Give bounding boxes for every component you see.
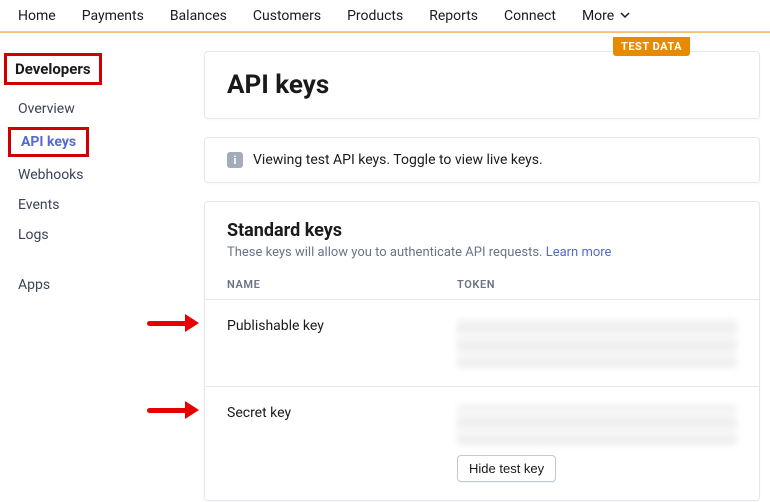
key-name-publishable: Publishable key bbox=[227, 318, 457, 334]
learn-more-link[interactable]: Learn more bbox=[546, 245, 612, 260]
hide-test-key-button[interactable]: Hide test key bbox=[457, 455, 556, 482]
keys-table-header: NAME TOKEN bbox=[205, 264, 759, 299]
nav-more[interactable]: More bbox=[582, 8, 630, 24]
standard-keys-card: Standard keys These keys will allow you … bbox=[204, 201, 760, 501]
test-data-badge: TEST DATA bbox=[613, 37, 690, 56]
standard-keys-desc: These keys will allow you to authenticat… bbox=[227, 245, 737, 260]
sidebar-item-webhooks[interactable]: Webhooks bbox=[4, 161, 174, 189]
sidebar-item-overview[interactable]: Overview bbox=[4, 95, 174, 123]
nav-reports[interactable]: Reports bbox=[429, 8, 478, 24]
nav-more-label: More bbox=[582, 8, 614, 24]
main-area: TEST DATA Developers Overview API keys W… bbox=[0, 33, 770, 501]
key-token-publishable[interactable] bbox=[457, 318, 737, 368]
nav-customers[interactable]: Customers bbox=[253, 8, 321, 24]
sidebar-heading-developers[interactable]: Developers bbox=[4, 53, 102, 85]
standard-keys-desc-text: These keys will allow you to authenticat… bbox=[227, 245, 546, 260]
notice-text: Viewing test API keys. Toggle to view li… bbox=[253, 152, 543, 168]
top-nav: Home Payments Balances Customers Product… bbox=[0, 0, 770, 33]
title-card: API keys bbox=[204, 51, 760, 119]
sidebar: Developers Overview API keys Webhooks Ev… bbox=[0, 33, 174, 501]
sidebar-item-apps[interactable]: Apps bbox=[4, 271, 174, 299]
sidebar-item-logs[interactable]: Logs bbox=[4, 221, 174, 249]
sidebar-item-events[interactable]: Events bbox=[4, 191, 174, 219]
nav-home[interactable]: Home bbox=[18, 8, 56, 24]
notice-card: i Viewing test API keys. Toggle to view … bbox=[204, 137, 760, 183]
nav-connect[interactable]: Connect bbox=[504, 8, 556, 24]
table-row: Secret key Hide test key bbox=[205, 386, 759, 500]
page-title: API keys bbox=[205, 52, 759, 118]
key-token-secret: Hide test key bbox=[457, 405, 737, 482]
nav-payments[interactable]: Payments bbox=[82, 8, 144, 24]
nav-products[interactable]: Products bbox=[347, 8, 403, 24]
content: API keys i Viewing test API keys. Toggle… bbox=[174, 33, 770, 501]
key-name-secret: Secret key bbox=[227, 405, 457, 421]
standard-keys-title: Standard keys bbox=[227, 220, 737, 241]
blurred-token bbox=[457, 318, 737, 368]
sidebar-item-api-keys[interactable]: API keys bbox=[8, 127, 89, 157]
table-row: Publishable key bbox=[205, 299, 759, 386]
info-icon: i bbox=[227, 152, 243, 168]
arrow-icon bbox=[147, 314, 199, 332]
nav-balances[interactable]: Balances bbox=[170, 8, 227, 24]
col-header-token: TOKEN bbox=[457, 278, 737, 291]
arrow-icon bbox=[147, 401, 199, 419]
blurred-token bbox=[457, 405, 737, 445]
chevron-down-icon bbox=[620, 8, 630, 24]
col-header-name: NAME bbox=[227, 278, 457, 291]
